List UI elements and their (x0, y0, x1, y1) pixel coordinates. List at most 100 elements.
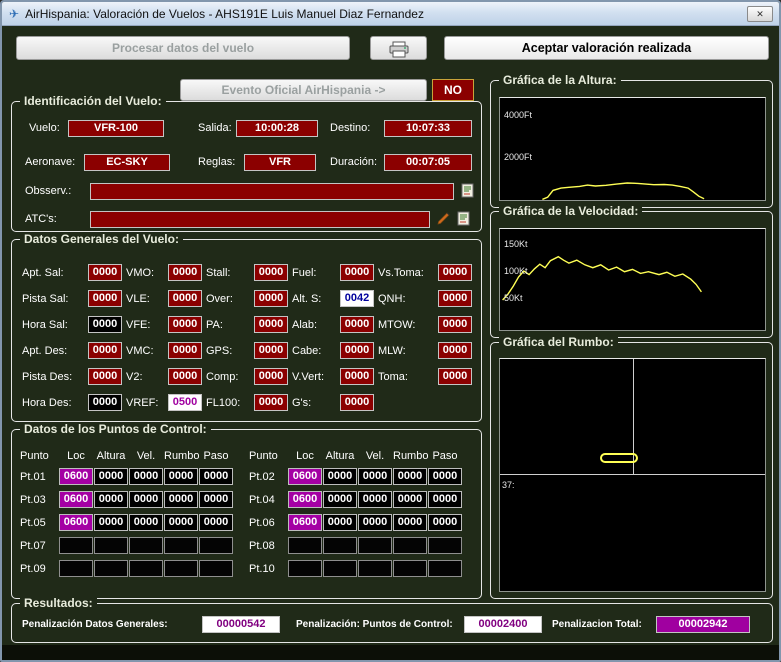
point-altura-field[interactable]: 0000 (323, 491, 357, 508)
point-rumbo-field[interactable]: 0000 (393, 491, 427, 508)
print-button[interactable] (370, 36, 427, 60)
point-loc-field[interactable]: 0600 (288, 514, 322, 531)
point-vel-field[interactable]: 0000 (358, 514, 392, 531)
field-value[interactable]: 0000 (254, 368, 288, 385)
point-loc-field[interactable]: 0600 (59, 514, 93, 531)
field-value[interactable]: 0000 (340, 342, 374, 359)
point-rumbo-field[interactable]: 0000 (164, 491, 198, 508)
field-value[interactable]: 0000 (340, 264, 374, 281)
field-value[interactable]: 0000 (88, 290, 122, 307)
field-value[interactable]: 0000 (254, 342, 288, 359)
field-value[interactable]: 0000 (438, 290, 472, 307)
field-value[interactable]: 0000 (438, 342, 472, 359)
point-altura-field[interactable]: 0000 (323, 468, 357, 485)
point-rumbo-field[interactable]: 0000 (393, 514, 427, 531)
field-value[interactable]: 0000 (88, 342, 122, 359)
destino-field[interactable]: 10:07:33 (384, 120, 472, 137)
point-altura-field[interactable]: 0000 (94, 468, 128, 485)
penalty-total-value[interactable]: 00002942 (656, 616, 750, 633)
point-altura-field[interactable] (323, 560, 357, 577)
field-value[interactable]: 0000 (88, 316, 122, 333)
atc-field[interactable] (90, 211, 430, 228)
field-value[interactable]: 0000 (168, 316, 202, 333)
observ-report-icon[interactable] (460, 183, 476, 199)
point-altura-field[interactable] (323, 537, 357, 554)
field-value[interactable]: 0000 (438, 368, 472, 385)
penalty-general-value[interactable]: 00000542 (202, 616, 280, 633)
field-value[interactable]: 0000 (254, 316, 288, 333)
field-value[interactable]: 0000 (168, 342, 202, 359)
salida-field[interactable]: 10:00:28 (236, 120, 318, 137)
point-loc-field[interactable] (59, 537, 93, 554)
field-value[interactable]: 0000 (88, 368, 122, 385)
field-value[interactable]: 0000 (340, 368, 374, 385)
close-button[interactable]: ✕ (747, 6, 773, 22)
field-value[interactable]: 0000 (88, 264, 122, 281)
point-loc-field[interactable] (288, 537, 322, 554)
field-value[interactable]: 0000 (340, 316, 374, 333)
observ-field[interactable] (90, 183, 454, 200)
reglas-field[interactable]: VFR (244, 154, 316, 171)
point-paso-field[interactable] (428, 537, 462, 554)
point-rumbo-field[interactable]: 0000 (393, 468, 427, 485)
field-value[interactable]: 0000 (168, 264, 202, 281)
point-vel-field[interactable]: 0000 (358, 468, 392, 485)
point-paso-field[interactable]: 0000 (428, 468, 462, 485)
general-data-group: Datos Generales del Vuelo: Apt. Sal:0000… (11, 239, 482, 422)
point-vel-field[interactable]: 0000 (358, 491, 392, 508)
point-vel-field[interactable] (358, 560, 392, 577)
point-altura-field[interactable]: 0000 (323, 514, 357, 531)
field-value[interactable]: 0000 (168, 368, 202, 385)
field-value[interactable]: 0000 (168, 290, 202, 307)
point-vel-field[interactable]: 0000 (129, 468, 163, 485)
aeronave-field[interactable]: EC-SKY (84, 154, 170, 171)
point-paso-field[interactable]: 0000 (428, 514, 462, 531)
point-vel-field[interactable] (358, 537, 392, 554)
point-loc-field[interactable]: 0600 (59, 468, 93, 485)
point-paso-field[interactable] (199, 560, 233, 577)
process-flight-data-button[interactable]: Procesar datos del vuelo (16, 36, 350, 60)
official-event-button[interactable]: Evento Oficial AirHispania -> (180, 79, 427, 101)
point-vel-field[interactable]: 0000 (129, 491, 163, 508)
point-vel-field[interactable]: 0000 (129, 514, 163, 531)
point-paso-field[interactable] (428, 560, 462, 577)
field-value[interactable]: 0500 (168, 394, 202, 411)
point-rumbo-field[interactable]: 0000 (164, 468, 198, 485)
point-rumbo-field[interactable] (393, 537, 427, 554)
field-value[interactable]: 0000 (438, 264, 472, 281)
point-altura-field[interactable] (94, 560, 128, 577)
point-loc-field[interactable]: 0600 (288, 468, 322, 485)
duracion-field[interactable]: 00:07:05 (384, 154, 472, 171)
point-loc-field[interactable] (288, 560, 322, 577)
atc-edit-pencil-icon[interactable] (436, 211, 452, 227)
point-rumbo-field[interactable] (393, 560, 427, 577)
point-paso-field[interactable] (199, 537, 233, 554)
point-rumbo-field[interactable] (164, 560, 198, 577)
point-paso-field[interactable]: 0000 (428, 491, 462, 508)
point-loc-field[interactable]: 0600 (59, 491, 93, 508)
field-value[interactable]: 0000 (254, 264, 288, 281)
duracion-label: Duración: (330, 156, 377, 168)
point-altura-field[interactable]: 0000 (94, 491, 128, 508)
field-value[interactable]: 0000 (438, 316, 472, 333)
point-altura-field[interactable]: 0000 (94, 514, 128, 531)
point-rumbo-field[interactable] (164, 537, 198, 554)
vuelo-field[interactable]: VFR-100 (68, 120, 164, 137)
point-vel-field[interactable] (129, 537, 163, 554)
field-value[interactable]: 0000 (340, 394, 374, 411)
point-paso-field[interactable]: 0000 (199, 514, 233, 531)
field-value[interactable]: 0000 (254, 394, 288, 411)
point-paso-field[interactable]: 0000 (199, 468, 233, 485)
field-value[interactable]: 0000 (88, 394, 122, 411)
point-loc-field[interactable]: 0600 (288, 491, 322, 508)
point-rumbo-field[interactable]: 0000 (164, 514, 198, 531)
point-loc-field[interactable] (59, 560, 93, 577)
point-vel-field[interactable] (129, 560, 163, 577)
atc-report-icon[interactable] (456, 211, 472, 227)
accept-valuation-button[interactable]: Aceptar valoración realizada (444, 36, 769, 60)
field-value[interactable]: 0042 (340, 290, 374, 307)
point-paso-field[interactable]: 0000 (199, 491, 233, 508)
point-altura-field[interactable] (94, 537, 128, 554)
penalty-points-value[interactable]: 00002400 (464, 616, 542, 633)
field-value[interactable]: 0000 (254, 290, 288, 307)
